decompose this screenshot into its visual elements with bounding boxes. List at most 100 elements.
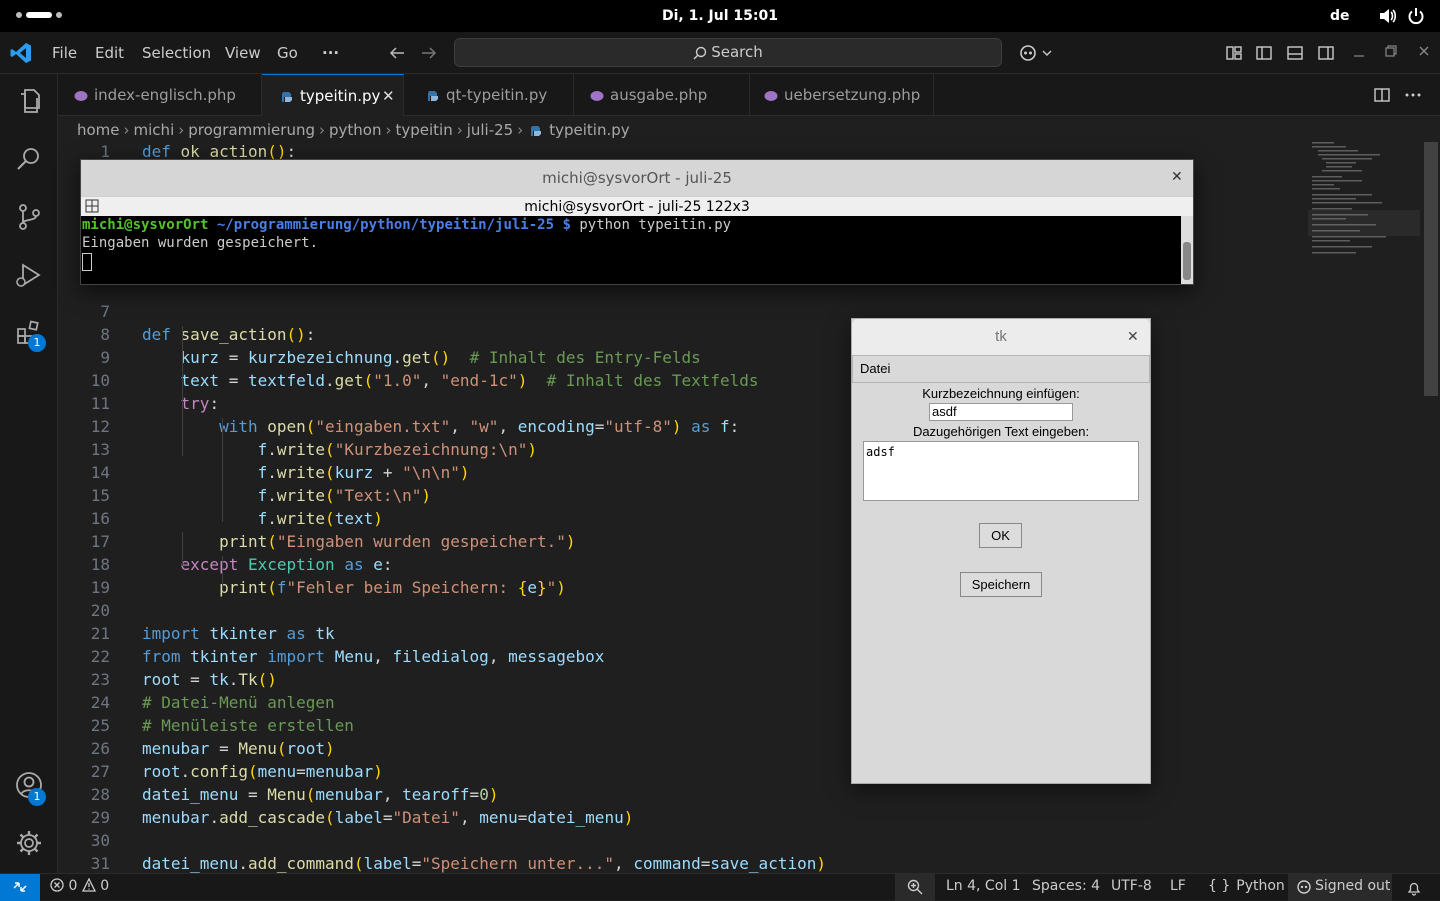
code-line[interactable]: import tkinter as tk [142,624,335,643]
code-line[interactable]: def save_action(): [142,325,315,344]
source-control-icon[interactable] [14,202,44,232]
back-arrow-icon[interactable] [388,44,406,62]
error-icon [50,878,64,892]
problems-indicator[interactable]: 0 0 [50,877,110,894]
menu-file[interactable]: File [52,44,77,62]
tab-label: ausgabe.php [610,86,708,104]
code-line[interactable]: except Exception as e: [142,555,393,574]
terminal-close-icon[interactable]: ✕ [1171,169,1183,185]
line-number: 10 [90,371,110,390]
code-line[interactable]: menubar = Menu(root) [142,739,335,758]
power-icon[interactable] [1407,7,1425,25]
minimap[interactable] [1308,140,1420,280]
terminal-cursor [82,253,92,271]
explorer-icon[interactable] [14,86,44,116]
cursor-position[interactable]: Ln 4, Col 1 [946,878,1021,894]
forward-arrow-icon[interactable] [420,44,438,62]
toggle-sidebar-icon[interactable] [1255,44,1273,62]
code-line[interactable]: root = tk.Tk() [142,670,277,689]
tab-close-icon[interactable]: ✕ [382,75,395,117]
split-editor-icon[interactable] [1373,86,1391,104]
code-line[interactable]: datei_menu = Menu(menubar, tearoff=0) [142,785,498,804]
language-mode[interactable]: { } Python [1208,878,1285,894]
breadcrumb-item[interactable]: typeitin [395,121,452,139]
code-line[interactable]: menubar.add_cascade(label="Datei", menu=… [142,808,633,827]
encoding[interactable]: UTF-8 [1111,878,1152,894]
close-window-icon[interactable] [1417,44,1431,58]
save-button[interactable]: Speichern [960,572,1042,597]
terminal-menu-icon[interactable] [85,199,99,213]
terminal-output[interactable]: michi@sysvorOrt ~/programmierung/python/… [81,216,1181,284]
terminal-scrollbar[interactable] [1181,216,1193,284]
ok-button[interactable]: OK [979,523,1022,548]
line-number: 30 [90,831,110,850]
clock[interactable]: Di, 1. Jul 15:01 [0,8,1440,24]
command-center-search[interactable]: Search [454,38,1002,67]
toggle-panel-icon[interactable] [1286,44,1304,62]
tab-uebersetzung[interactable]: uebersetzung.php [750,74,934,116]
code-line[interactable]: f.write(kurz + "\n\n") [142,463,470,482]
remote-button[interactable] [0,874,40,901]
code-line[interactable]: f.write("Kurzbezeichnung:\n") [142,440,537,459]
menu-view[interactable]: View [225,44,261,62]
warning-count: 0 [100,878,110,894]
volume-icon[interactable] [1378,7,1396,25]
code-line[interactable]: f.write("Text:\n") [142,486,431,505]
breadcrumb-item[interactable]: python [329,121,381,139]
code-line[interactable]: kurz = kurzbezeichnung.get() # Inhalt de… [142,348,701,367]
keyboard-layout[interactable]: de [1330,8,1350,24]
tab-index-englisch[interactable]: index-englisch.php [58,74,262,116]
tk-window[interactable]: tk ✕ Datei Kurzbezeichnung einfügen: asd… [851,318,1151,784]
breadcrumb-item[interactable]: juli-25 [467,121,514,139]
breadcrumb-item[interactable]: home [77,121,120,139]
breadcrumb: home › michi › programmierung › python › typeiti… [77,121,630,139]
breadcrumb-item[interactable]: programmierung [188,121,315,139]
copilot-icon[interactable] [1018,43,1054,63]
tab-ausgabe[interactable]: ausgabe.php [574,74,750,116]
tab-typeitin[interactable]: typeitin.py ✕ [262,74,404,116]
tk-menu-datei[interactable]: Datei [860,361,890,376]
line-ending[interactable]: LF [1170,878,1186,894]
minimize-icon[interactable] [1352,46,1366,60]
breadcrumb-file[interactable]: typeitin.py [549,121,629,139]
toggle-secondary-sidebar-icon[interactable] [1317,44,1335,62]
zoom-button[interactable] [895,874,935,901]
kurzbezeichnung-entry[interactable]: asdf [929,403,1073,421]
tk-title[interactable]: tk [852,319,1150,355]
more-actions-icon[interactable] [1404,86,1422,104]
code-line[interactable]: with open("eingaben.txt", "w", encoding=… [142,417,739,436]
run-debug-icon[interactable] [14,260,44,290]
search-view-icon[interactable] [14,144,44,174]
menu-go[interactable]: Go [277,44,298,62]
text-field[interactable]: adsf [863,441,1139,501]
terminal-window[interactable]: michi@sysvorOrt - juli-25 ✕ michi@sysvor… [80,159,1194,285]
code-line[interactable]: f.write(text) [142,509,383,528]
code-line[interactable]: root.config(menu=menubar) [142,762,383,781]
customize-layout-icon[interactable] [1225,44,1243,62]
braces-icon: { } [1208,878,1231,894]
breadcrumb-item[interactable]: michi [134,121,175,139]
code-line[interactable]: print("Eingaben wurden gespeichert.") [142,532,575,551]
indentation[interactable]: Spaces: 4 [1032,878,1100,894]
settings-gear-icon[interactable] [14,828,44,858]
code-line[interactable]: from tkinter import Menu, filedialog, me… [142,647,604,666]
line-number: 21 [90,624,110,643]
code-line[interactable]: datei_menu.add_command(label="Speichern … [142,854,826,873]
menu-more[interactable]: ··· [322,44,339,62]
maximize-icon[interactable] [1384,44,1398,58]
terminal-title[interactable]: michi@sysvorOrt - juli-25 [81,160,1193,196]
tk-close-icon[interactable]: ✕ [1127,328,1139,345]
editor-scrollbar[interactable] [1424,142,1438,396]
notifications-bell-icon[interactable] [1406,880,1422,896]
code-line[interactable]: print(f"Fehler beim Speichern: {e}") [142,578,566,597]
code-line[interactable]: try: [142,394,220,413]
menu-edit[interactable]: Edit [95,44,124,62]
code-line[interactable]: # Menüleiste erstellen [142,716,354,735]
code-line[interactable]: # Datei-Menü anlegen [142,693,335,712]
prompt-user: michi@sysvorOrt [82,217,209,233]
indent-guide [182,372,183,456]
menu-selection[interactable]: Selection [142,44,211,62]
tab-qt-typeitin[interactable]: qt-typeitin.py [404,74,574,116]
copilot-status[interactable]: Signed out [1288,874,1392,901]
code-line[interactable]: text = textfeld.get("1.0", "end-1c") # I… [142,371,759,390]
